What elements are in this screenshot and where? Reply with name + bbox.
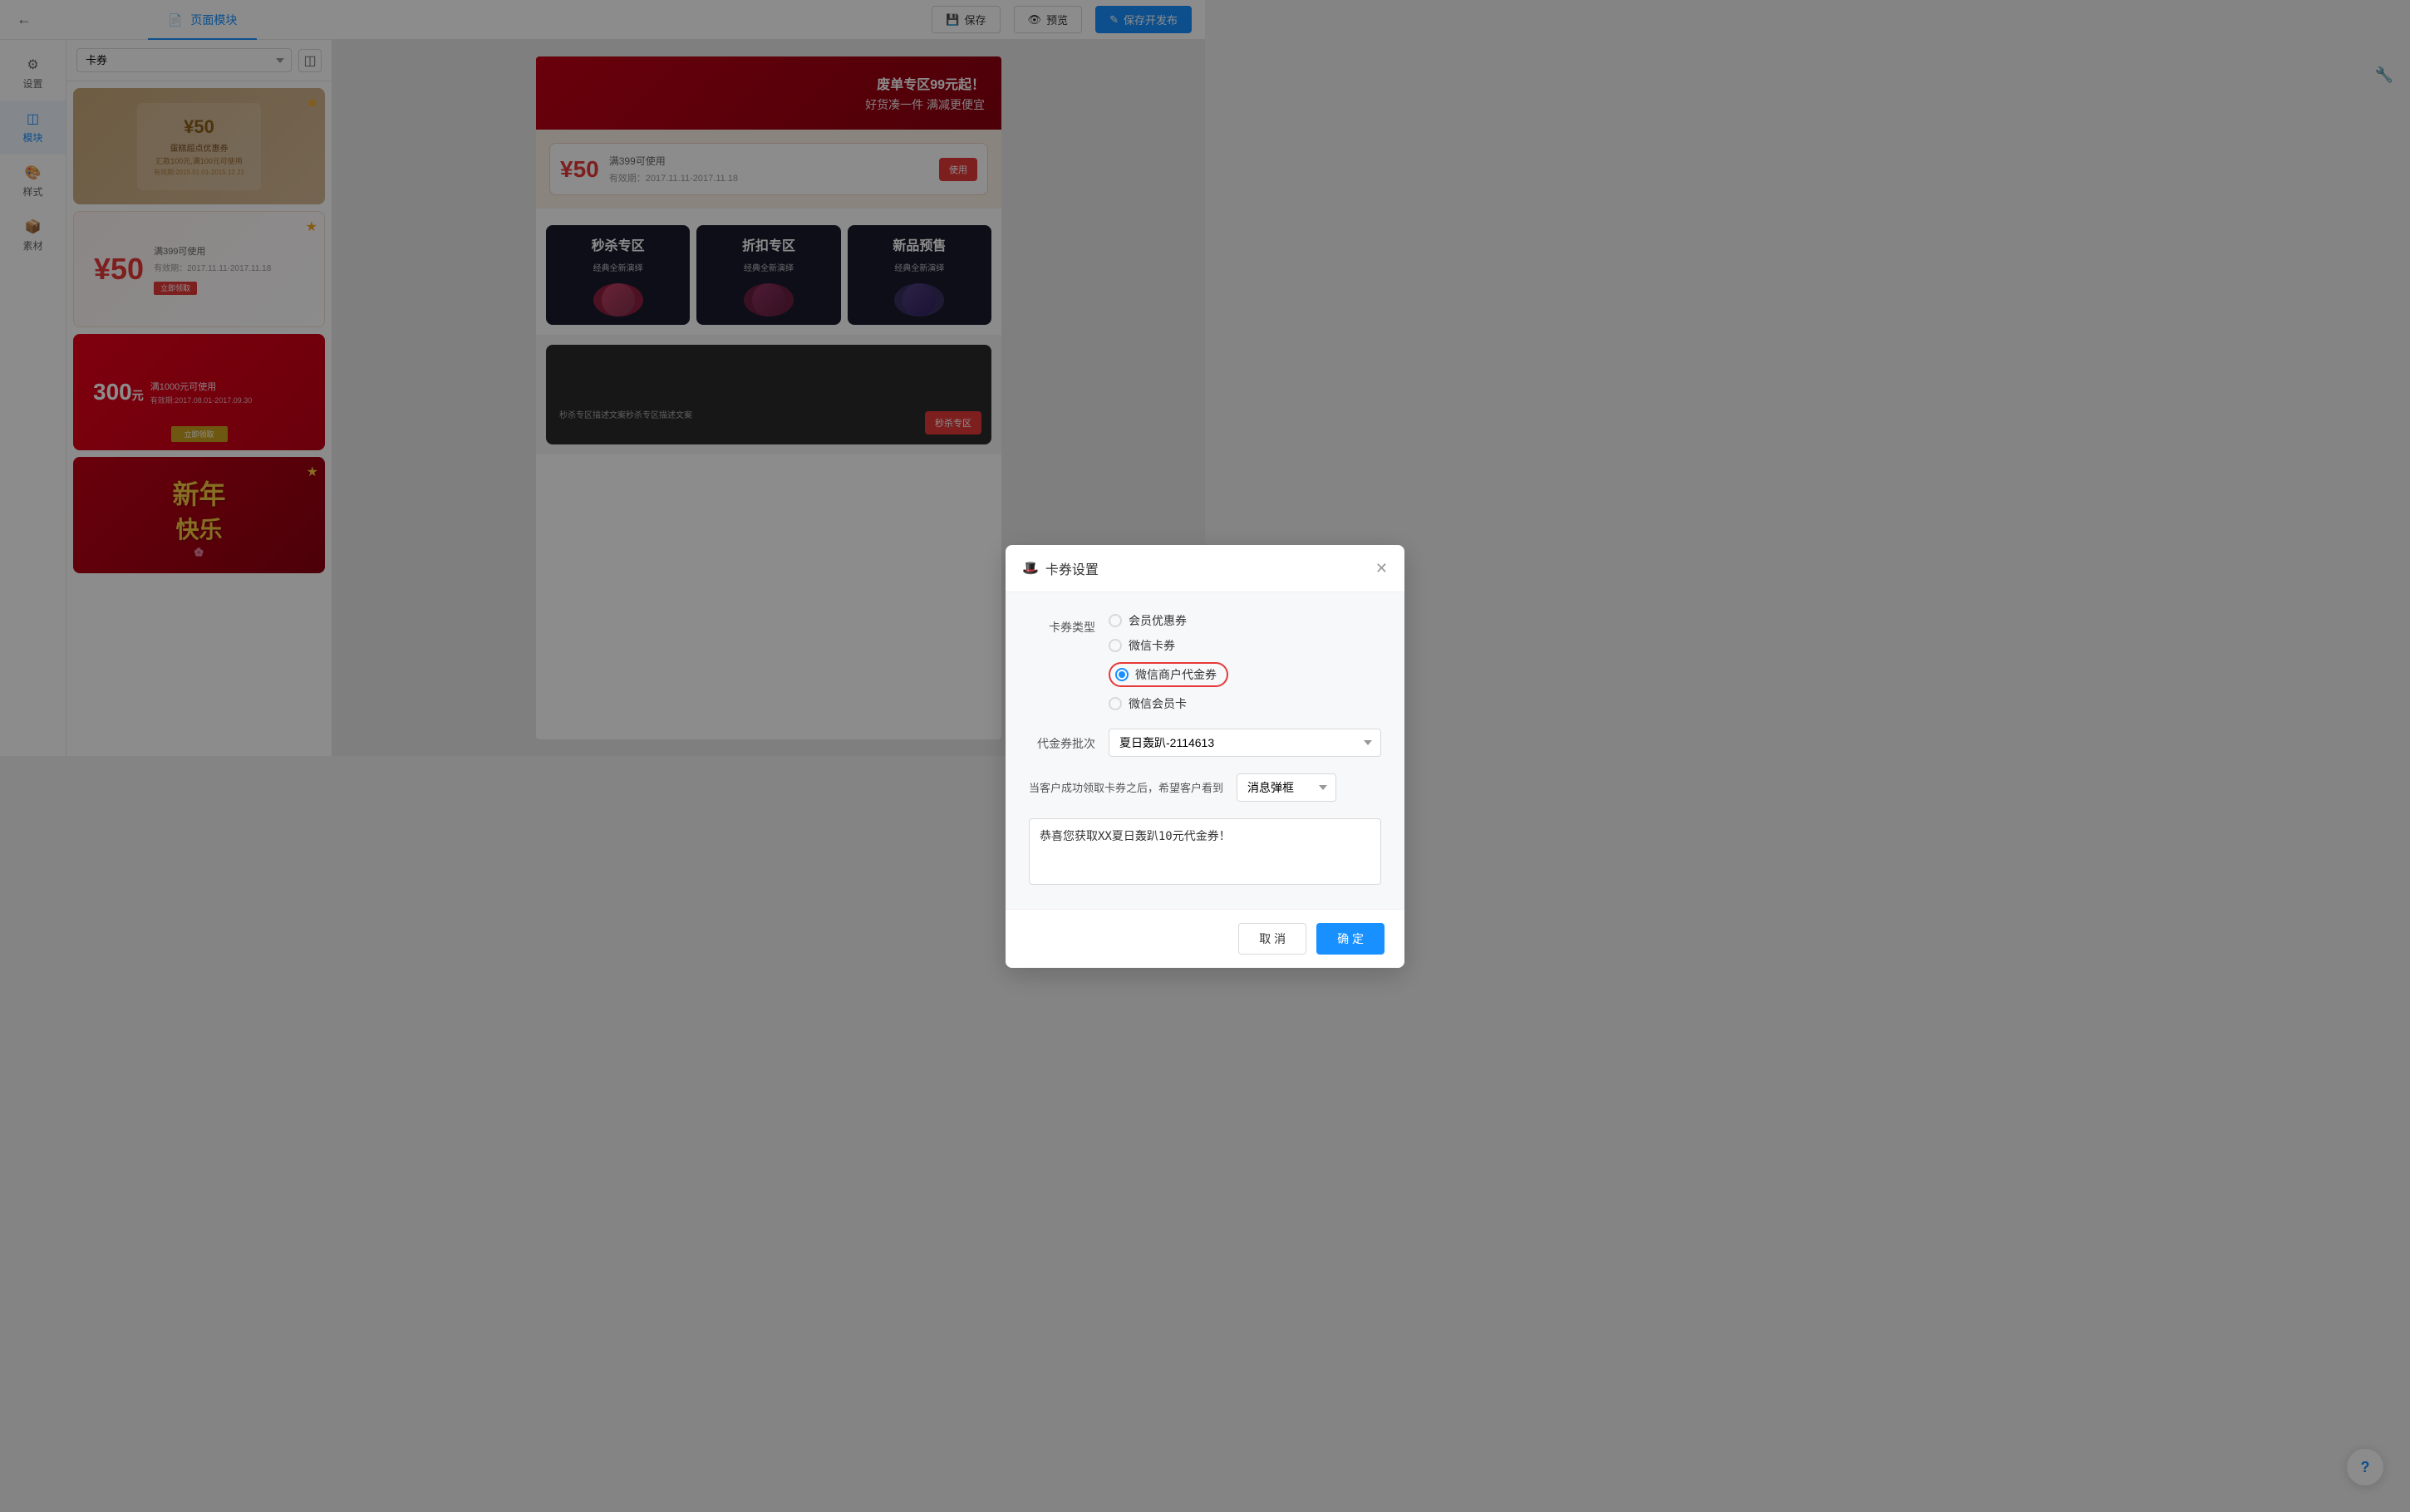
confirm-button[interactable]: 确 定 xyxy=(1316,923,1385,955)
batch-select[interactable]: 夏日轰趴-2114613 xyxy=(1109,729,1381,757)
batch-field: 代金券批次 夏日轰趴-2114613 xyxy=(1029,729,1381,757)
modal-header: 🎩 卡券设置 ✕ xyxy=(1006,545,1404,592)
batch-select-container: 夏日轰趴-2114613 xyxy=(1109,729,1381,757)
radio-wechat-voucher[interactable]: 微信商户代金券 xyxy=(1109,662,1381,687)
radio-member[interactable]: 会员优惠券 xyxy=(1109,612,1381,629)
message-textarea[interactable]: 恭喜您获取XX夏日轰趴10元代金券！ xyxy=(1029,818,1381,885)
modal-close-button[interactable]: ✕ xyxy=(1375,561,1388,576)
radio-wechat[interactable]: 微信卡券 xyxy=(1109,637,1381,654)
card-type-field: 卡券类型 会员优惠券 微信卡券 xyxy=(1029,612,1381,712)
radio-highlight-container: 微信商户代金券 xyxy=(1109,662,1228,687)
radio-circle-member xyxy=(1109,614,1122,627)
card-settings-modal: 🎩 卡券设置 ✕ 卡券类型 会员优惠券 xyxy=(1006,545,1404,968)
action-field: 当客户成功领取卡券之后，希望客户看到 消息弹框 xyxy=(1029,773,1381,802)
modal-title: 🎩 卡券设置 xyxy=(1022,558,1099,578)
card-icon: 🎩 xyxy=(1022,560,1039,577)
cancel-button[interactable]: 取 消 xyxy=(1238,923,1306,955)
radio-circle-wechat xyxy=(1109,639,1122,652)
radio-circle-wechat-member xyxy=(1109,697,1122,710)
message-field: 恭喜您获取XX夏日轰趴10元代金券！ xyxy=(1029,818,1381,889)
modal-body: 卡券类型 会员优惠券 微信卡券 xyxy=(1006,592,1404,909)
modal-overlay: 🎩 卡券设置 ✕ 卡券类型 会员优惠券 xyxy=(0,0,2410,1512)
action-select[interactable]: 消息弹框 xyxy=(1237,773,1336,802)
modal-footer: 取 消 确 定 xyxy=(1006,909,1404,968)
radio-wechat-member[interactable]: 微信会员卡 xyxy=(1109,695,1381,712)
radio-group: 会员优惠券 微信卡券 微信商户代金券 xyxy=(1109,612,1381,712)
radio-circle-wechat-voucher xyxy=(1115,668,1129,681)
